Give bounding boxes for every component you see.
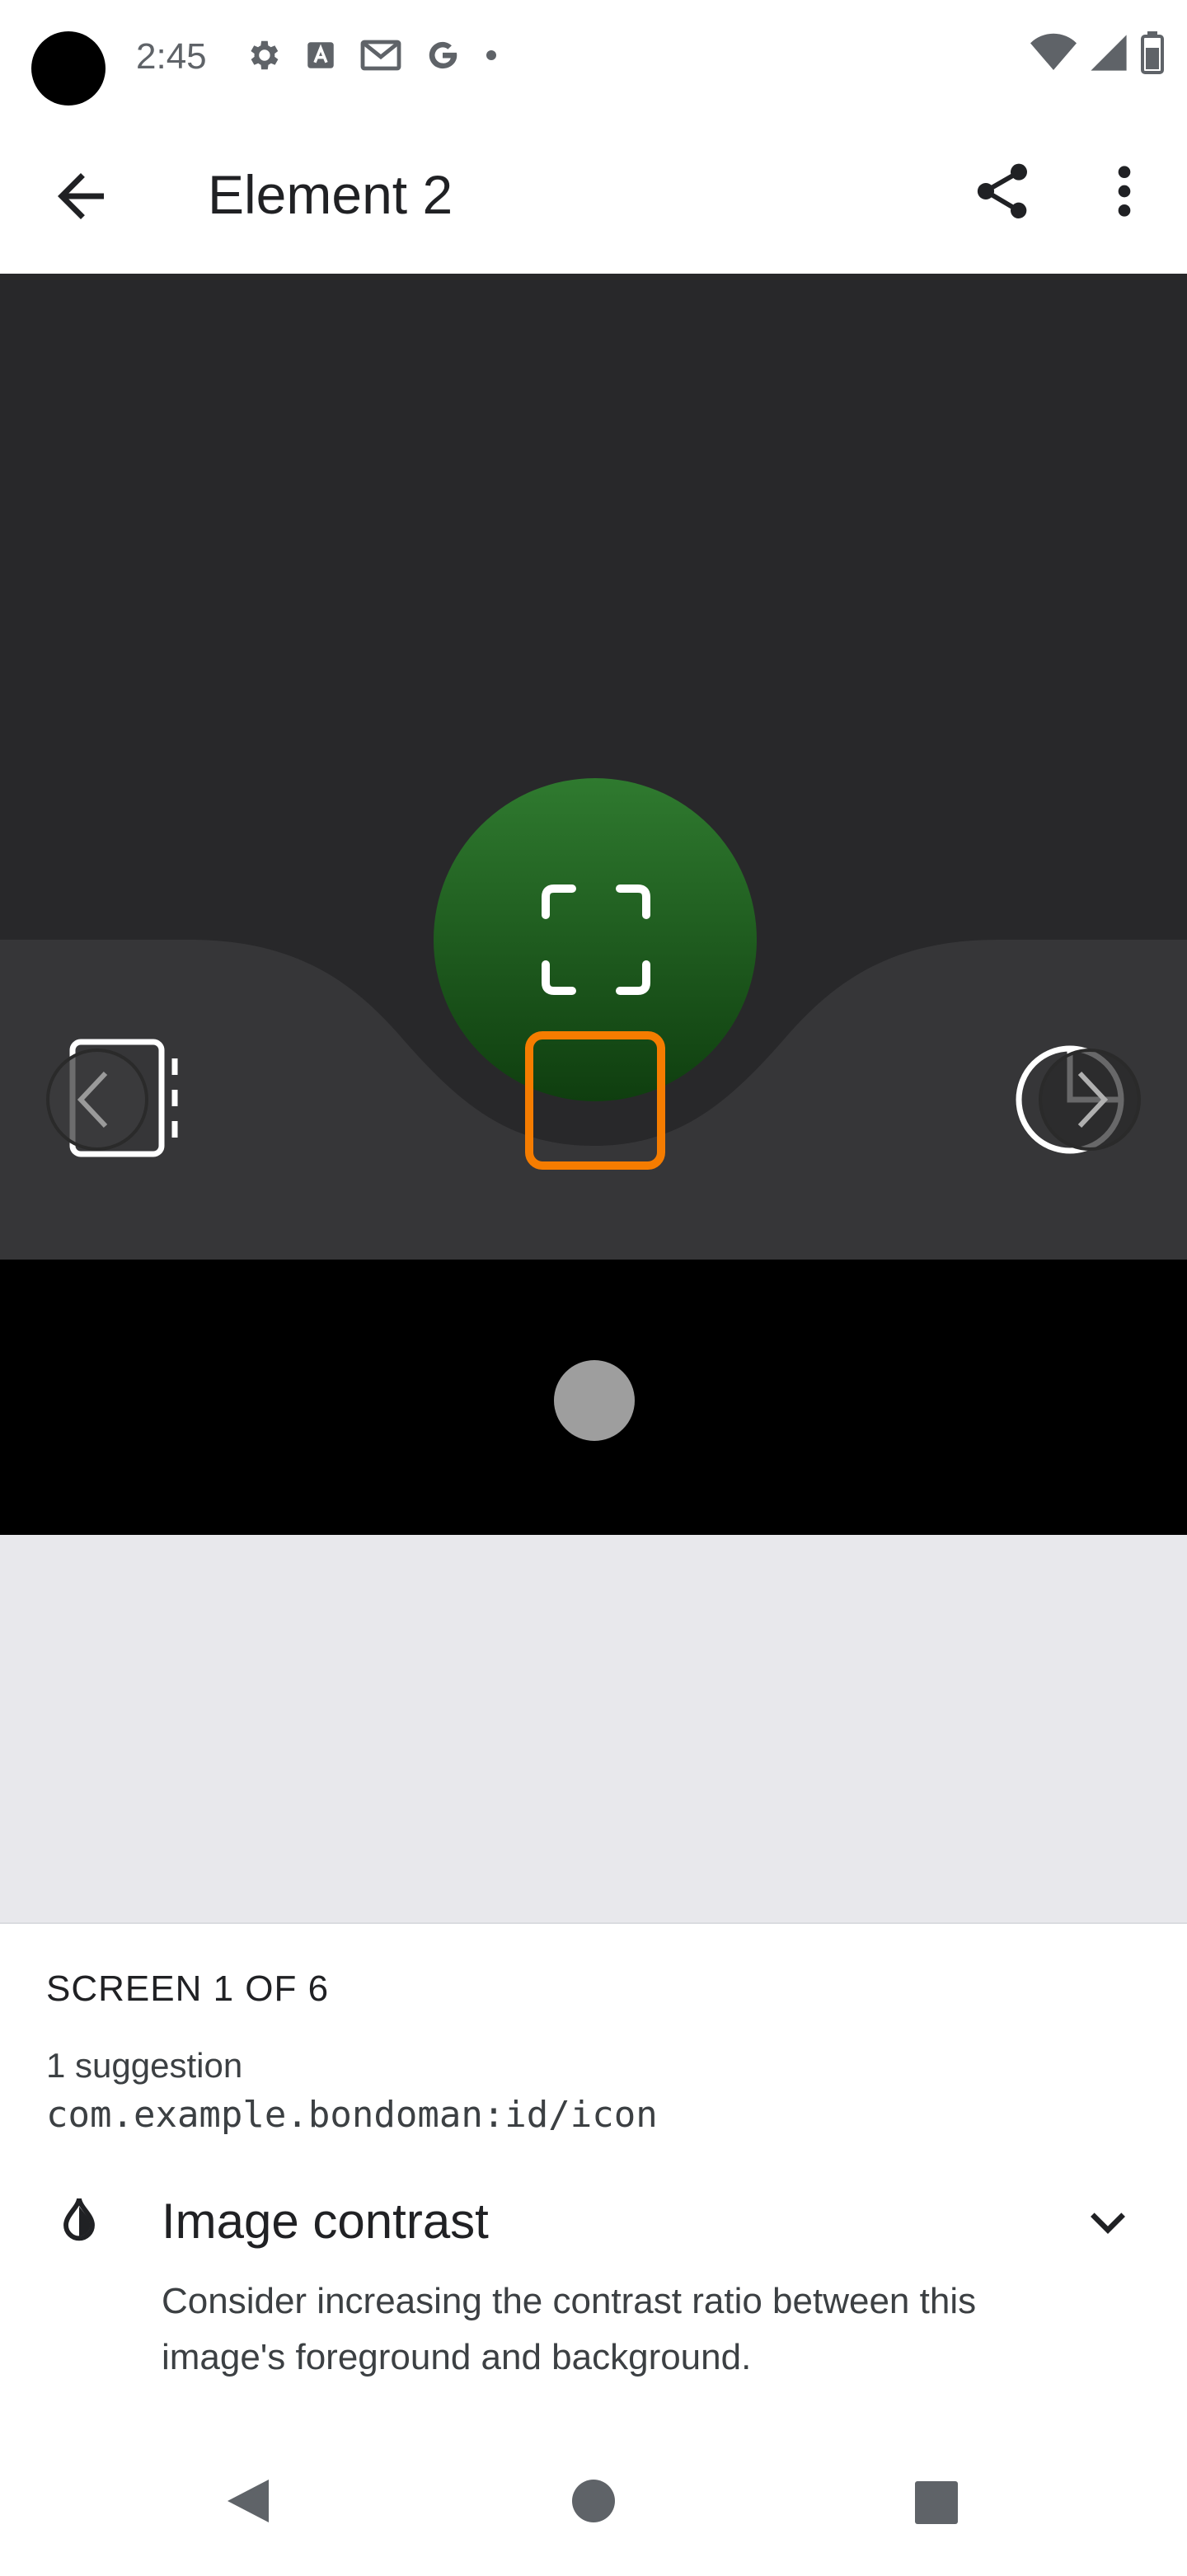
suggestion-count: 1 suggestion bbox=[46, 2046, 243, 2085]
nav-buttons bbox=[228, 2480, 958, 2524]
preview-home-indicator bbox=[554, 1360, 635, 1441]
font-a-icon bbox=[303, 38, 338, 77]
status-bar: 2:45 bbox=[0, 0, 1187, 115]
chevron-down-icon[interactable] bbox=[1085, 2199, 1131, 2245]
share-button[interactable] bbox=[969, 158, 1035, 224]
recents-square-icon[interactable] bbox=[915, 2481, 958, 2524]
back-triangle-icon[interactable] bbox=[228, 2480, 269, 2522]
screen-counter: SCREEN 1 OF 6 bbox=[46, 1968, 330, 2009]
preview-background bbox=[0, 1535, 1187, 1922]
gear-icon bbox=[244, 36, 282, 78]
camera-cutout bbox=[31, 31, 106, 106]
system-icons bbox=[1030, 31, 1164, 78]
gmail-icon bbox=[359, 37, 402, 77]
dot-icon bbox=[483, 47, 500, 68]
signal-icon bbox=[1088, 33, 1129, 77]
status-time: 2:45 bbox=[136, 36, 207, 77]
arrow-back-icon bbox=[58, 173, 104, 219]
battery-icon bbox=[1141, 31, 1164, 78]
contrast-icon bbox=[63, 2198, 95, 2241]
notification-icons bbox=[244, 36, 500, 78]
scan-fab bbox=[434, 778, 757, 1101]
more-options-button[interactable] bbox=[1100, 158, 1149, 224]
app-bar: Element 2 bbox=[0, 115, 1187, 274]
more-vert-icon bbox=[1118, 166, 1131, 217]
page-title: Element 2 bbox=[208, 164, 453, 225]
system-nav-bar bbox=[0, 2432, 1187, 2572]
wifi-icon bbox=[1030, 33, 1077, 77]
back-button[interactable] bbox=[46, 162, 115, 231]
home-circle-icon[interactable] bbox=[572, 2480, 615, 2522]
suggestion-title: Image contrast bbox=[162, 2194, 489, 2249]
share-icon bbox=[977, 163, 1027, 218]
google-g-icon bbox=[424, 36, 462, 78]
results-sheet: SCREEN 1 OF 6 1 suggestion com.example.b… bbox=[0, 1922, 1187, 2435]
resource-id: com.example.bondoman:id/icon bbox=[46, 2094, 658, 2136]
suggestion-description: Consider increasing the contrast ratio b… bbox=[162, 2281, 977, 2377]
